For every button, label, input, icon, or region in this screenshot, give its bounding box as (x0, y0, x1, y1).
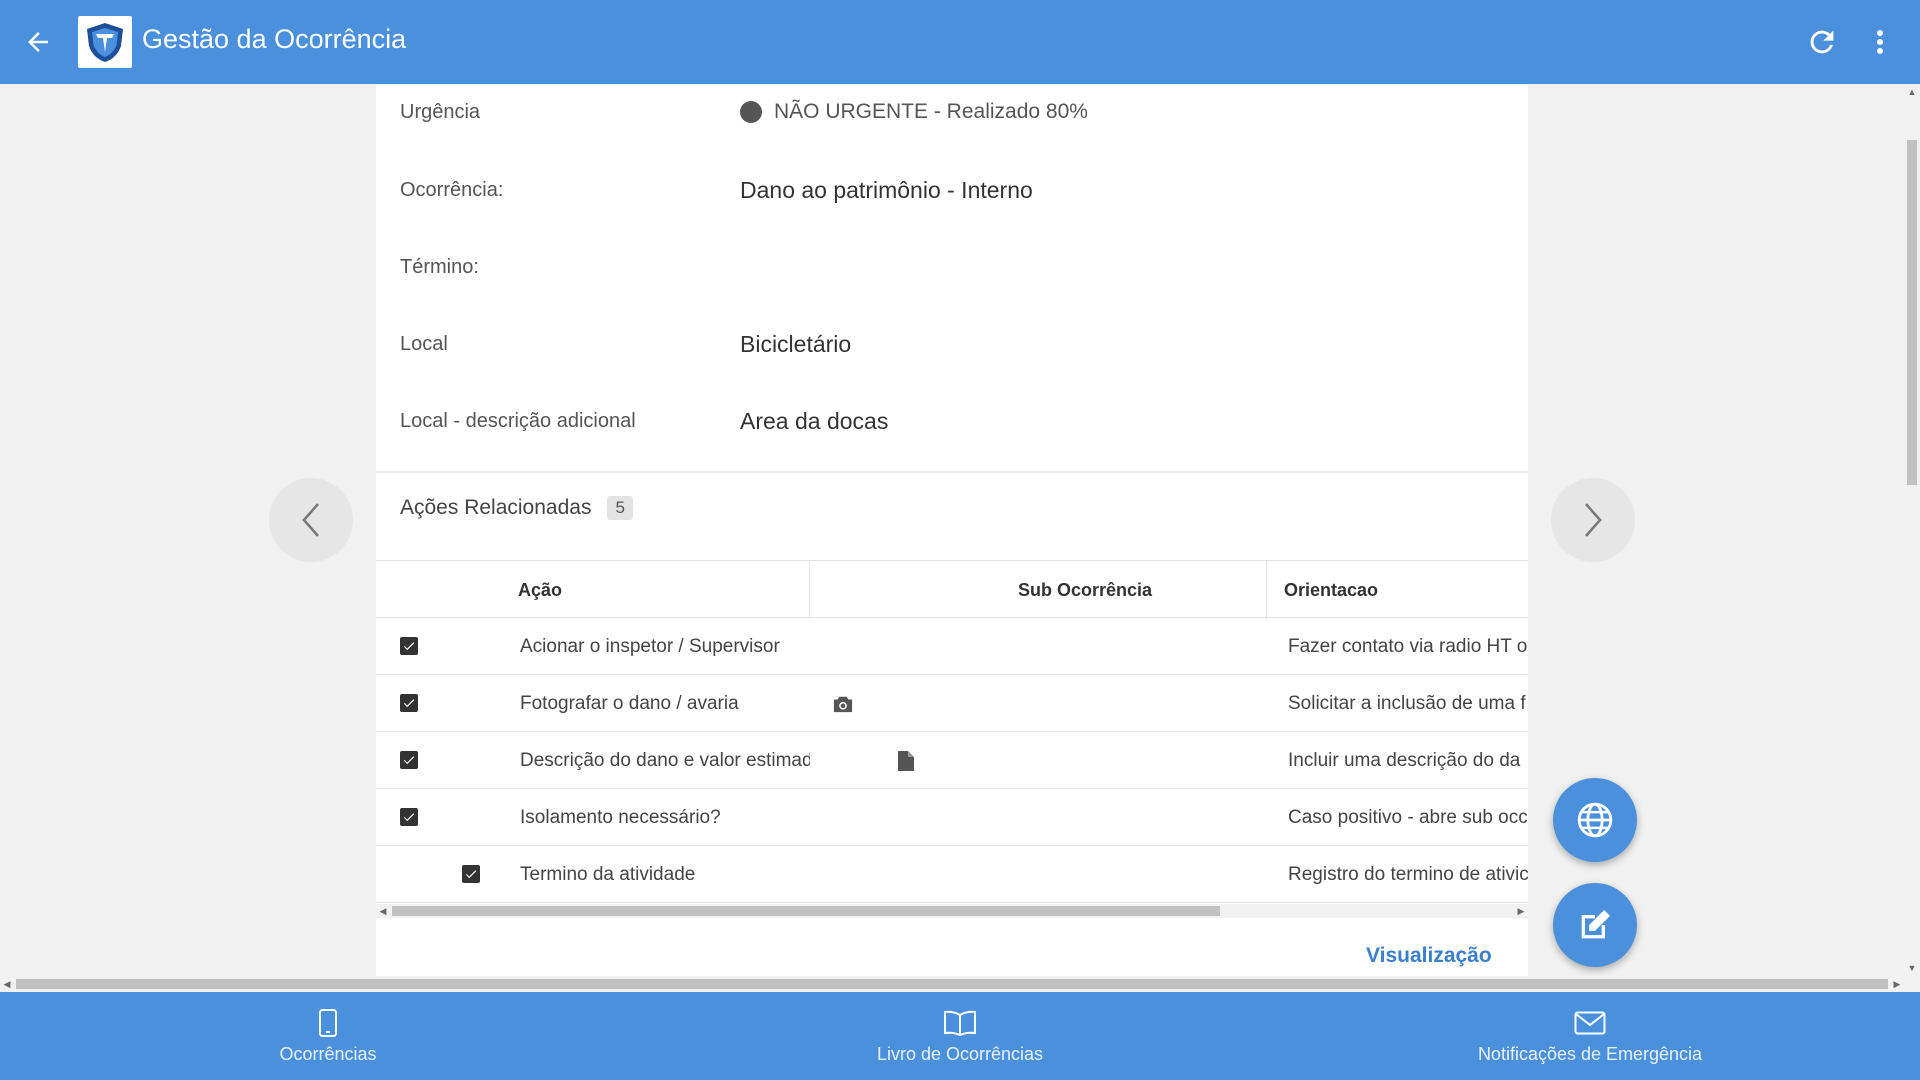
urgency-dot-icon (740, 101, 762, 123)
table-row[interactable]: Fotografar o dano / avaria Solicitar a i… (376, 675, 1528, 732)
table-row[interactable]: Termino da atividade Registro do termino… (376, 846, 1528, 903)
occurrence-card: Urgência NÃO URGENTE - Realizado 80% Oco… (376, 84, 1528, 976)
field-termino: Término: (400, 247, 1500, 287)
mail-icon (1574, 1008, 1606, 1038)
scroll-left-arrow-icon[interactable]: ◀ (0, 977, 14, 991)
globe-icon (1577, 802, 1613, 838)
column-header-sub-ocorrencia[interactable]: Sub Ocorrência (1018, 561, 1152, 619)
acoes-count-badge: 5 (607, 496, 633, 520)
refresh-button[interactable] (1800, 20, 1844, 64)
cell-orientacao: Solicitar a inclusão de uma f (1288, 692, 1526, 714)
scroll-right-arrow-icon[interactable]: ▶ (1514, 904, 1528, 918)
cell-orientacao: Registro do termino de ativic (1288, 863, 1528, 885)
app-header: Gestão da Ocorrência (0, 0, 1920, 84)
table-header: Ação Sub Ocorrência Orientacao (376, 560, 1528, 619)
urgency-value: NÃO URGENTE - Realizado 80% (740, 100, 1088, 124)
checkbox-checked[interactable] (462, 865, 480, 883)
column-divider (809, 561, 810, 619)
smartphone-icon (318, 1008, 338, 1038)
acoes-table: Ação Sub Ocorrência Orientacao Acionar o… (376, 560, 1528, 903)
field-label: Local (400, 332, 448, 355)
checkbox-checked[interactable] (400, 751, 418, 769)
cell-acao: Termino da atividade (520, 863, 696, 885)
checkbox-checked[interactable] (400, 694, 418, 712)
field-label: Local - descrição adicional (400, 409, 636, 432)
cell-orientacao: Incluir uma descrição do da (1288, 749, 1521, 771)
back-button[interactable] (18, 22, 58, 62)
bottom-navigation: Ocorrências Livro de Ocorrências Notific… (0, 992, 1920, 1080)
field-value: Area da docas (740, 407, 889, 434)
scroll-up-arrow-icon[interactable]: ▲ (1904, 84, 1920, 100)
checkbox-checked[interactable] (400, 637, 418, 655)
column-divider (1266, 561, 1267, 619)
field-label: Término: (400, 255, 479, 278)
cell-orientacao: Caso positivo - abre sub occ (1288, 806, 1528, 828)
cell-acao: Descrição do dano e valor estimad (520, 749, 810, 771)
page-title: Gestão da Ocorrência (142, 24, 407, 54)
scroll-left-arrow-icon[interactable]: ◀ (376, 904, 390, 918)
visualizacao-link[interactable]: Visualização (1366, 944, 1492, 968)
cell-acao: Acionar o inspetor / Supervisor (520, 635, 780, 657)
scrollbar-thumb[interactable] (392, 906, 1220, 916)
previous-button[interactable] (269, 478, 353, 562)
edit-fab-button[interactable] (1553, 883, 1637, 967)
content-area: Urgência NÃO URGENTE - Realizado 80% Oco… (0, 84, 1904, 976)
app-logo (78, 16, 132, 68)
refresh-icon (1810, 30, 1834, 54)
urgency-text: NÃO URGENTE - Realizado 80% (774, 100, 1088, 123)
arrow-left-icon (28, 32, 48, 52)
column-header-orientacao[interactable]: Orientacao (1284, 561, 1378, 619)
field-value: Dano ao patrimônio - Interno (740, 176, 1033, 203)
check-icon (403, 699, 415, 708)
chevron-left-icon (302, 503, 319, 537)
checkbox-checked[interactable] (400, 808, 418, 826)
book-open-icon (943, 1008, 977, 1038)
cell-acao: Fotografar o dano / avaria (520, 692, 739, 714)
camera-icon[interactable] (832, 693, 854, 715)
cell-acao: Isolamento necessário? (520, 806, 721, 828)
globe-fab-button[interactable] (1553, 778, 1637, 862)
check-icon (465, 870, 477, 879)
field-value: Bicicletário (740, 330, 852, 357)
page-horizontal-scrollbar[interactable]: ◀ ▶ (0, 976, 1920, 992)
section-divider (376, 471, 1528, 473)
scroll-right-arrow-icon[interactable]: ▶ (1890, 977, 1904, 991)
acoes-header: Ações Relacionadas 5 (400, 496, 633, 520)
field-local: Local Bicicletário (400, 324, 1500, 364)
nav-label: Notificações de Emergência (1477, 1043, 1703, 1064)
table-horizontal-scrollbar[interactable]: ◀ ▶ (376, 904, 1528, 918)
document-icon[interactable] (895, 750, 917, 772)
field-urgencia: Urgência NÃO URGENTE - Realizado 80% (400, 92, 1500, 132)
nav-label: Ocorrências (279, 1043, 377, 1064)
cell-orientacao: Fazer contato via radio HT o (1288, 635, 1528, 657)
nav-notificacoes-emergencia[interactable]: Notificações de Emergência (1440, 992, 1740, 1080)
nav-label: Livro de Ocorrências (876, 1043, 1044, 1064)
nav-livro-ocorrencias[interactable]: Livro de Ocorrências (840, 992, 1080, 1080)
vertical-scrollbar[interactable]: ▲ ▼ (1904, 84, 1920, 976)
table-row[interactable]: Acionar o inspetor / Supervisor Fazer co… (376, 618, 1528, 675)
acoes-title: Ações Relacionadas (400, 496, 592, 519)
column-header-acao[interactable]: Ação (518, 561, 562, 619)
table-row[interactable]: Isolamento necessário? Caso positivo - a… (376, 789, 1528, 846)
next-button[interactable] (1551, 478, 1635, 562)
scroll-down-arrow-icon[interactable]: ▼ (1904, 960, 1920, 976)
field-local-descricao: Local - descrição adicional Area da doca… (400, 401, 1500, 441)
more-options-button[interactable] (1862, 20, 1898, 64)
more-vert-icon (1877, 30, 1883, 54)
check-icon (403, 813, 415, 822)
edit-icon (1581, 910, 1610, 939)
field-label: Ocorrência: (400, 178, 504, 201)
field-label: Urgência (400, 100, 481, 123)
scrollbar-thumb[interactable] (16, 979, 1888, 989)
field-ocorrencia: Ocorrência: Dano ao patrimônio - Interno (400, 170, 1500, 210)
check-icon (403, 642, 415, 651)
nav-ocorrencias[interactable]: Ocorrências (228, 992, 428, 1080)
table-row[interactable]: Descrição do dano e valor estimad Inclui… (376, 732, 1528, 789)
check-icon (403, 756, 415, 765)
chevron-right-icon (1585, 503, 1602, 537)
scrollbar-thumb[interactable] (1907, 140, 1917, 485)
